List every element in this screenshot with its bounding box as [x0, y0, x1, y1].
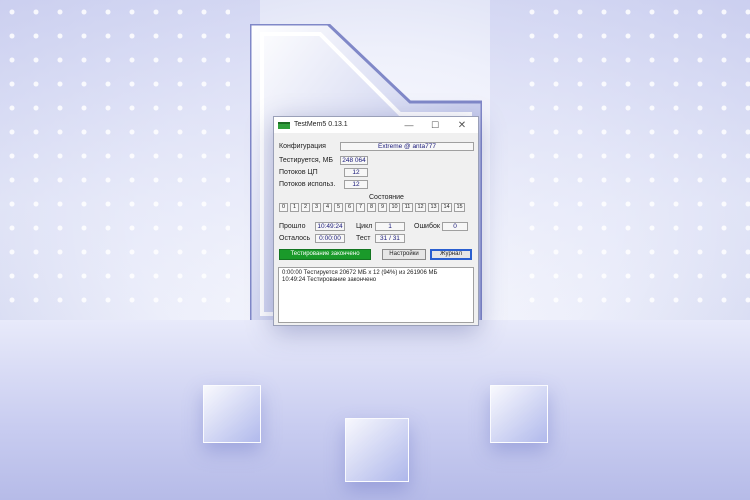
config-label: Конфигурация: [279, 143, 326, 150]
testmem5-window: TestMem5 0.13.1 — ☐ ✕ Конфигурация Extre…: [273, 116, 479, 326]
errors-value: 0: [442, 222, 468, 231]
background-cube-left: [203, 385, 261, 443]
elapsed-value: 10:49:24: [315, 222, 345, 231]
remaining-value: 0:00:00: [315, 234, 345, 243]
settings-button[interactable]: Настройки: [382, 249, 426, 260]
memory-module-icon: [278, 122, 290, 129]
testing-status-button[interactable]: Тестирование закончено: [279, 249, 371, 260]
minimize-button[interactable]: —: [398, 117, 420, 133]
background-cube-center: [345, 418, 409, 482]
elapsed-label: Прошло: [279, 223, 306, 230]
thread-cell: 3: [312, 203, 321, 212]
background-dot-grid-right: [520, 0, 750, 330]
thread-cell: 6: [345, 203, 354, 212]
window-title: TestMem5 0.13.1: [294, 121, 348, 128]
cycle-label: Цикл: [356, 223, 373, 230]
maximize-button[interactable]: ☐: [424, 117, 446, 133]
thread-cell: 7: [356, 203, 365, 212]
used-threads-label: Потоков использ.: [279, 181, 336, 188]
tested-mb-value: 248 064: [340, 156, 368, 165]
status-heading: Состояние: [369, 194, 404, 201]
log-area[interactable]: 0:00:00 Тестируется 20672 МБ x 12 (94%) …: [278, 267, 474, 323]
thread-cell: 0: [279, 203, 288, 212]
log-line: 10:49:24 Тестирование закончено: [282, 277, 377, 283]
close-button[interactable]: ✕: [451, 117, 473, 133]
thread-cell: 15: [454, 203, 465, 212]
errors-label: Ошибок: [414, 223, 440, 230]
thread-cell: 1: [290, 203, 299, 212]
thread-cell: 11: [402, 203, 413, 212]
thread-status-row: 0 1 2 3 4 5 6 7 8 9 10 11 12 13 14 15: [279, 203, 465, 212]
thread-cell: 9: [378, 203, 387, 212]
cpu-threads-value: 12: [344, 168, 368, 177]
used-threads-value: 12: [344, 180, 368, 189]
cycle-value: 1: [375, 222, 405, 231]
thread-cell: 10: [389, 203, 400, 212]
remaining-label: Осталось: [279, 235, 311, 242]
background-cube-right: [490, 385, 548, 443]
thread-cell: 13: [428, 203, 439, 212]
thread-cell: 5: [334, 203, 343, 212]
thread-cell: 4: [323, 203, 332, 212]
config-value: Extreme @ anta777: [340, 142, 474, 151]
test-value: 31 / 31: [375, 234, 405, 243]
test-label: Тест: [356, 235, 371, 242]
cpu-threads-label: Потоков ЦП: [279, 169, 318, 176]
thread-cell: 8: [367, 203, 376, 212]
journal-button[interactable]: Журнал: [430, 249, 472, 260]
thread-cell: 12: [415, 203, 426, 212]
tested-mb-label: Тестируется, МБ: [279, 157, 334, 164]
thread-cell: 14: [441, 203, 452, 212]
background-dot-grid-left: [0, 0, 230, 330]
title-bar[interactable]: TestMem5 0.13.1 — ☐ ✕: [274, 117, 478, 133]
log-line: 0:00:00 Тестируется 20672 МБ x 12 (94%) …: [282, 270, 438, 276]
thread-cell: 2: [301, 203, 310, 212]
